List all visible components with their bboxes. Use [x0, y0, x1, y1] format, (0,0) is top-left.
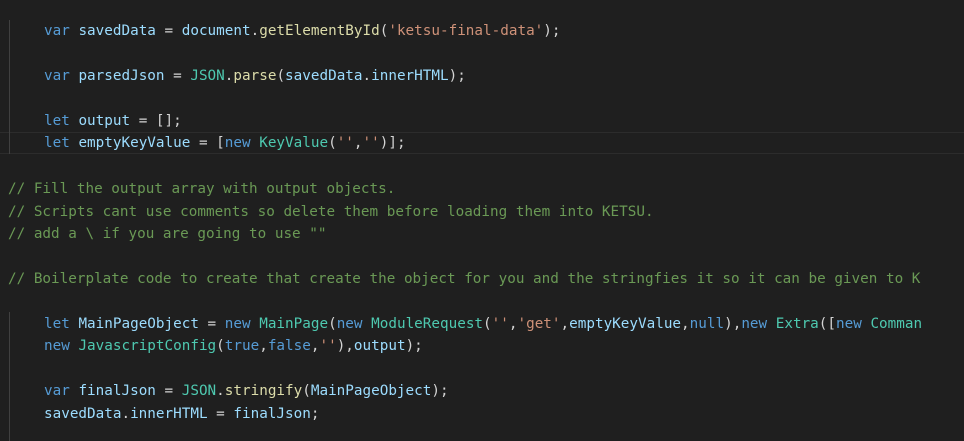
code-string: 'ketsu-final-data' [388, 23, 544, 39]
code-identifier: innerHTML [130, 406, 208, 422]
code-punctuation: ( [302, 383, 311, 399]
code-punctuation: . [250, 23, 260, 39]
code-keyword: new [836, 316, 862, 332]
code-identifier: MainPageObject [78, 316, 199, 332]
code-keyword: null [689, 316, 725, 332]
code-editor[interactable]: var savedData = document.getElementById(… [0, 0, 964, 441]
code-line[interactable]: let output = []; [8, 110, 182, 132]
code-punctuation [251, 135, 260, 151]
code-line[interactable]: let MainPageObject = new MainPage(new Mo… [8, 313, 922, 335]
code-comment-line[interactable]: // Scripts cant use comments so delete t… [8, 201, 654, 223]
code-keyword: true [224, 338, 260, 354]
code-keyword: new [741, 316, 768, 332]
code-string: '' [362, 135, 380, 151]
code-punctuation: ( [483, 316, 492, 332]
code-punctuation: ([ [818, 316, 837, 332]
code-class: JSON [181, 383, 217, 399]
code-keyword: var [44, 383, 70, 399]
code-function: parse [233, 68, 277, 84]
code-line[interactable]: new JavascriptConfig(true,false,''),outp… [8, 335, 423, 357]
code-keyword: var [44, 23, 70, 39]
code-identifier: parsedJson [78, 68, 165, 84]
code-punctuation: ( [216, 338, 225, 354]
code-comment: // Boilerplate code to create that creat… [8, 271, 921, 287]
code-class: MainPage [259, 316, 329, 332]
code-string: '' [491, 316, 509, 332]
code-class: ModuleRequest [371, 316, 484, 332]
code-line[interactable]: var parsedJson = JSON.parse(savedData.in… [8, 65, 466, 87]
code-identifier: emptyKeyValue [569, 316, 682, 332]
code-identifier: finalJson [233, 406, 311, 422]
code-comment: // add a \ if you are going to use "" [8, 226, 327, 242]
code-punctuation: ); [543, 23, 561, 39]
code-identifier: output [353, 338, 406, 354]
code-keyword: let [44, 316, 70, 332]
code-class: JSON [190, 68, 225, 84]
code-punctuation: . [362, 68, 372, 84]
code-identifier: savedData [78, 23, 156, 39]
code-comment-line[interactable]: // Boilerplate code to create that creat… [8, 268, 920, 290]
code-string: '' [336, 135, 354, 151]
code-punctuation: ); [405, 338, 423, 354]
code-comment-line[interactable]: // add a \ if you are going to use "" [8, 223, 326, 245]
code-punctuation: , [259, 338, 268, 354]
code-punctuation: = []; [130, 113, 182, 129]
code-punctuation: = [155, 383, 182, 399]
code-punctuation: ), [724, 316, 742, 332]
code-punctuation: ); [431, 383, 449, 399]
code-string: '' [319, 338, 337, 354]
code-punctuation: , [681, 316, 690, 332]
code-string: 'get' [517, 316, 561, 332]
code-keyword: new [224, 316, 251, 332]
code-comment-line[interactable]: // Fill the output array with output obj… [8, 178, 395, 200]
code-identifier: document [181, 23, 251, 39]
code-punctuation [767, 316, 776, 332]
code-punctuation: . [121, 406, 131, 422]
code-punctuation: ( [328, 135, 337, 151]
code-keyword: false [267, 338, 311, 354]
code-line[interactable]: savedData.innerHTML = finalJson; [8, 403, 319, 425]
code-punctuation: = [198, 316, 225, 332]
code-keyword: new [336, 316, 363, 332]
code-punctuation [251, 316, 260, 332]
code-punctuation: = [ [190, 135, 225, 151]
code-comment: // Fill the output array with output obj… [8, 181, 396, 197]
code-punctuation: ( [328, 316, 337, 332]
code-punctuation: ( [276, 68, 286, 84]
code-keyword: var [44, 68, 70, 84]
code-keyword: new [44, 338, 70, 354]
code-identifier: savedData [285, 68, 363, 84]
code-keyword: new [224, 135, 251, 151]
code-keyword: let [44, 135, 70, 151]
code-class: KeyValue [259, 135, 329, 151]
code-comment: // Scripts cant use comments so delete t… [8, 204, 654, 220]
code-function: getElementById [259, 23, 380, 39]
code-identifier: MainPageObject [310, 383, 432, 399]
code-class: Comman [870, 316, 923, 332]
code-identifier: finalJson [78, 383, 156, 399]
code-punctuation: )]; [379, 135, 406, 151]
code-identifier: savedData [44, 406, 122, 422]
code-line[interactable]: var finalJson = JSON.stringify(MainPageO… [8, 380, 449, 402]
code-class: Extra [775, 316, 819, 332]
code-line[interactable]: var savedData = document.getElementById(… [8, 20, 561, 42]
code-punctuation [363, 316, 372, 332]
code-identifier: output [78, 113, 131, 129]
code-punctuation: . [216, 383, 225, 399]
code-punctuation: ); [448, 68, 466, 84]
code-punctuation: ), [336, 338, 354, 354]
code-punctuation: = [207, 406, 234, 422]
code-punctuation: ; [310, 406, 320, 422]
code-identifier: innerHTML [371, 68, 449, 84]
code-punctuation: = [155, 23, 182, 39]
code-punctuation: = [164, 68, 191, 84]
code-class: JavascriptConfig [78, 338, 217, 354]
code-function: stringify [224, 383, 303, 399]
code-identifier: emptyKeyValue [78, 135, 191, 151]
code-keyword: let [44, 113, 70, 129]
code-line[interactable]: let emptyKeyValue = [new KeyValue('','')… [8, 132, 406, 154]
code-punctuation: , [560, 316, 570, 332]
code-punctuation: , [353, 135, 363, 151]
